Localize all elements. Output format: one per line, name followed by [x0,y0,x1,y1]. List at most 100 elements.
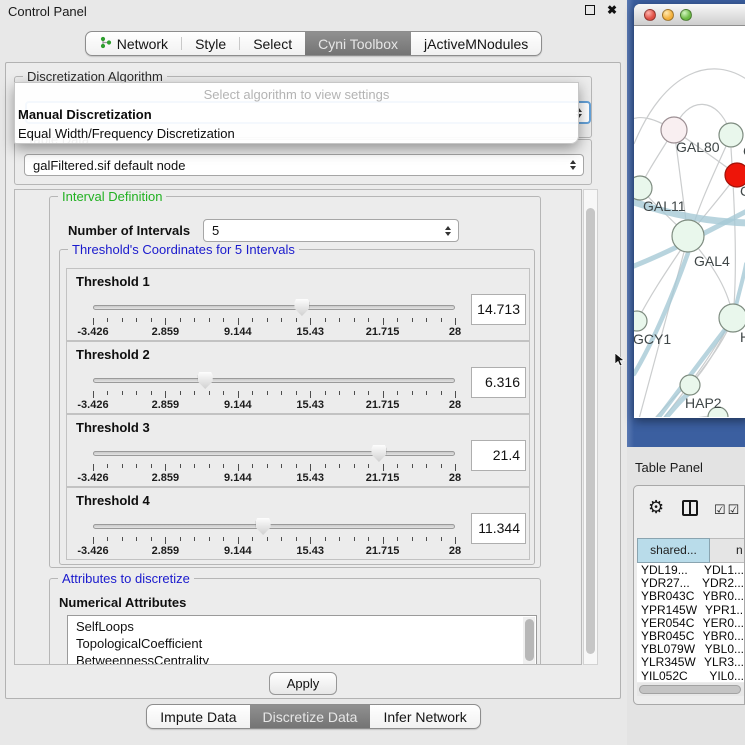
float-window-icon[interactable] [585,5,595,15]
node-gal4[interactable] [672,220,704,252]
cell-shared-name: YER054C [637,616,695,629]
slider-thumb[interactable] [371,445,386,462]
threshold-row: Threshold 2 -3.4262.8599.14415.4321.7152… [66,341,530,414]
right-column: GAL80 G C GAL11 GAL4 GCY1 H HAP2 Table P… [627,0,745,745]
tab-label: Style [195,36,226,52]
node-clipped-low-right[interactable] [719,304,745,332]
slider-tick-labels: -3.4262.8599.14415.4321.71528 [93,326,455,338]
tab-discretize-data[interactable]: Discretize Data [250,705,371,728]
slider-track[interactable] [93,378,455,383]
cell-name: YBL0... [697,642,744,655]
split-pane-icon[interactable] [682,500,698,516]
numerical-attributes-list[interactable]: SelfLoopsTopologicalCoefficientBetweenne… [67,615,537,665]
attributes-group: Attributes to discretize Numerical Attri… [49,578,541,665]
slider-track[interactable] [93,524,455,529]
slider-thumb[interactable] [294,299,309,316]
gear-icon[interactable]: ⚙ [648,497,664,518]
threshold-1-slider[interactable]: -3.4262.8599.14415.4321.71528 [93,299,455,339]
close-icon[interactable]: ✖ [607,3,617,17]
slider-tick-labels: -3.4262.8599.14415.4321.71528 [93,472,455,484]
number-of-intervals-combobox[interactable]: 5 [203,219,459,242]
table-row[interactable]: YLR345WYLR3... [637,655,744,668]
threshold-4-slider[interactable]: -3.4262.8599.14415.4321.71528 [93,518,455,558]
list-item[interactable]: BetweennessCentrality [68,652,536,665]
cell-name: YBR0... [695,589,744,602]
threshold-2-slider[interactable]: -3.4262.8599.14415.4321.71528 [93,372,455,412]
tab-select[interactable]: Select [240,32,305,55]
tab-impute-data[interactable]: Impute Data [147,705,249,728]
slider-ticks [93,318,455,326]
slider-track[interactable] [93,451,455,456]
slider-tick-labels: -3.4262.8599.14415.4321.71528 [93,399,455,411]
list-item[interactable]: SelfLoops [68,616,536,635]
settings-vertical-scrollbar[interactable] [583,189,598,665]
combo-stepper-icon [445,226,451,236]
table-row[interactable]: YDL19...YDL1... [637,563,744,576]
node-gcy1[interactable] [634,311,647,331]
table-row[interactable]: YBL079WYBL0... [637,642,744,655]
cell-name: YIL0... [701,669,744,682]
threshold-1-value-field[interactable]: 14.713 [471,294,526,325]
interval-definition-group: Interval Definition Number of Intervals … [49,196,541,568]
checkbox-icons[interactable]: ☑☑ [714,502,741,518]
threshold-row: Threshold 3 -3.4262.8599.14415.4321.7152… [66,414,530,487]
tab-label: jActiveMNodules [424,36,528,52]
cell-name: YLR3... [696,655,744,668]
node-label-gal11: GAL11 [643,198,686,214]
slider-thumb[interactable] [256,518,271,535]
table-horizontal-scrollbar[interactable] [637,683,744,696]
cell-shared-name: YIL052C [637,669,701,682]
attributes-legend: Attributes to discretize [58,571,194,586]
network-window-titlebar[interactable] [634,4,745,26]
list-item[interactable]: TopologicalCoefficient [68,635,536,652]
table-rows: YDL19...YDL1...YDR27...YDR2...YBR043CYBR… [637,563,744,682]
threshold-3-slider[interactable]: -3.4262.8599.14415.4321.71528 [93,445,455,485]
tab-jactivemnodules[interactable]: jActiveMNodules [411,32,541,55]
apply-button[interactable]: Apply [269,672,337,695]
threshold-4-value-field[interactable]: 11.344 [471,513,526,544]
network-view-window[interactable]: GAL80 G C GAL11 GAL4 GCY1 H HAP2 [634,4,745,418]
node-hap2[interactable] [680,375,700,395]
minimize-traffic-light-icon[interactable] [662,9,674,21]
cell-name: YBR0... [695,629,744,642]
table-row[interactable]: YPR145WYPR1... [637,603,744,616]
cyni-toolbox-panel: Discretization Algorithm Select algorith… [5,62,621,699]
menu-item-manual-discretization[interactable]: Manual Discretization [15,105,578,124]
tab-cyni-toolbox[interactable]: Cyni Toolbox [305,32,411,55]
tab-style[interactable]: Style [182,32,239,55]
table-panel-title: Table Panel [635,460,703,475]
table-row[interactable]: YER054CYER0... [637,616,744,629]
node-clipped-top-right[interactable] [719,123,743,147]
node-gal11[interactable] [634,176,652,200]
table-data-combobox[interactable]: galFiltered.sif default node [24,154,584,176]
node-label-clipped-mid: C [740,183,745,199]
slider-track[interactable] [93,305,455,310]
threshold-3-value-field[interactable]: 21.4 [471,440,526,471]
tab-infer-network[interactable]: Infer Network [370,705,479,728]
tab-network[interactable]: Network [86,32,181,55]
close-traffic-light-icon[interactable] [644,9,656,21]
interval-definition-legend: Interval Definition [58,189,166,204]
network-canvas[interactable]: GAL80 G C GAL11 GAL4 GCY1 H HAP2 [634,26,745,417]
column-header-name[interactable]: n [710,538,745,563]
tab-label: Infer Network [383,709,466,725]
table-row[interactable]: YBR045CYBR0... [637,629,744,642]
menu-item-equal-width-frequency[interactable]: Equal Width/Frequency Discretization [15,124,578,143]
slider-thumb[interactable] [198,372,213,389]
table-toolbar: ⚙ ☑☑ [634,486,744,536]
table-row[interactable]: YBR043CYBR0... [637,589,744,602]
table-row[interactable]: YDR27...YDR2... [637,576,744,589]
table-panel: Table Panel ⚙ ☑☑ shared... n YDL19...YDL… [627,447,745,745]
node-label-gal4: GAL4 [694,253,730,269]
tab-label: Select [253,36,292,52]
attributes-list-scrollbar[interactable] [523,617,535,665]
threshold-2-value-field[interactable]: 6.316 [471,367,526,398]
settings-scroll-area: Interval Definition Number of Intervals … [14,189,582,665]
control-panel: Control Panel ✖ NetworkStyleSelectCyni T… [0,0,627,745]
zoom-traffic-light-icon[interactable] [680,9,692,21]
table-data-group: Table Data galFiltered.sif default node [14,139,592,185]
table-row[interactable]: YIL052CYIL0... [637,669,744,682]
column-header-shared-name[interactable]: shared... [637,538,710,563]
threshold-label: Threshold 3 [76,420,150,435]
node-label-gcy1: GCY1 [634,331,671,347]
